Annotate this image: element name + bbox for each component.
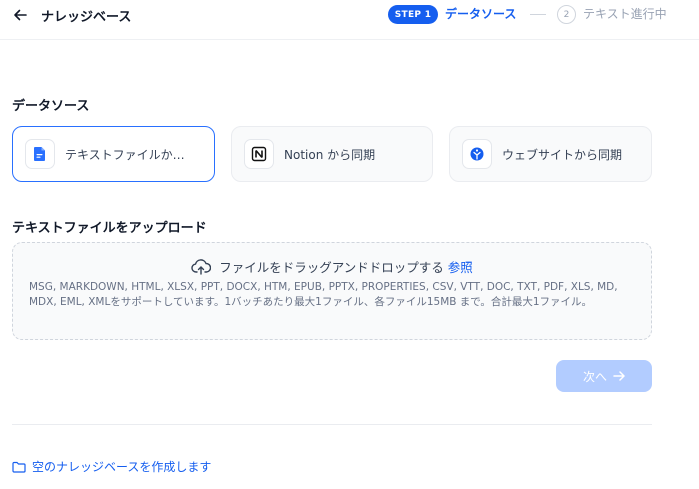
folder-icon (12, 461, 26, 473)
datasource-option-label: テキストファイルか… (65, 147, 185, 162)
next-button-label: 次へ (582, 369, 607, 384)
datasource-option-website[interactable]: ウェブサイトから同期 (449, 126, 652, 182)
notion-icon (244, 139, 274, 169)
cloud-upload-icon (191, 258, 212, 275)
upload-section-title: テキストファイルをアップロード (12, 221, 207, 236)
supported-formats-hint: MSG, MARKDOWN, HTML, XLSX, PPT, DOCX, HT… (29, 281, 618, 308)
create-empty-kb-link[interactable]: 空のナレッジベースを作成します (12, 458, 211, 475)
back-button[interactable] (10, 5, 30, 25)
file-dropzone[interactable]: ファイルをドラッグアンドドロップする 参照 MSG, MARKDOWN, HTM… (12, 242, 652, 340)
step-connector (530, 14, 546, 15)
step1-badge: STEP 1 (388, 5, 438, 24)
datasource-option-textfile[interactable]: テキストファイルか… (12, 126, 215, 182)
arrow-left-icon (14, 9, 27, 21)
document-icon (25, 139, 55, 169)
datasource-option-label: ウェブサイトから同期 (502, 147, 623, 162)
create-empty-kb-label: 空のナレッジベースを作成します (32, 460, 212, 474)
step2-label: テキスト進行中 (583, 7, 667, 21)
top-bar: ナレッジベース STEP 1 データソース 2 テキスト進行中 (0, 0, 699, 40)
arrow-right-icon (613, 371, 625, 381)
step1-label: データソース (445, 7, 517, 21)
browse-link[interactable]: 参照 (448, 257, 473, 276)
datasource-section-title: データソース (12, 99, 90, 114)
dropzone-text: ファイルをドラッグアンドドロップする (219, 260, 444, 275)
page-title: ナレッジベース (41, 10, 132, 25)
next-button[interactable]: 次へ (556, 360, 652, 392)
step2-number: 2 (557, 5, 576, 24)
website-icon (462, 139, 492, 169)
datasource-option-label: Notion から同期 (284, 147, 376, 162)
datasource-option-notion[interactable]: Notion から同期 (231, 126, 433, 182)
divider (12, 424, 652, 425)
